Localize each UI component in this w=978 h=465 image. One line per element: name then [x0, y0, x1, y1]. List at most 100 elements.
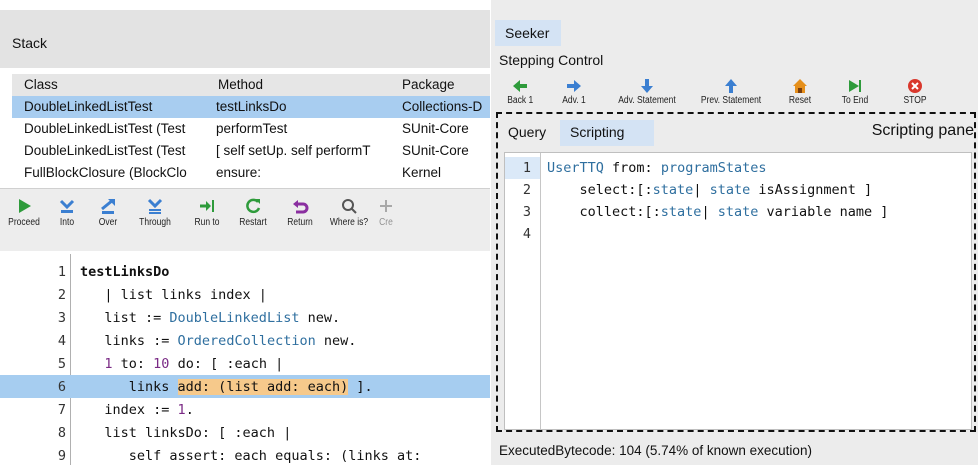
- scripting-pane-annotation: Scripting pane: [871, 122, 974, 139]
- line-number: 9: [57, 448, 66, 464]
- line-number: 1: [57, 264, 66, 280]
- step-through-button[interactable]: Through: [130, 197, 180, 228]
- stack-row-method: testLinksDo: [216, 99, 287, 114]
- line-number: 4: [57, 333, 66, 349]
- line-number: 3: [522, 204, 531, 220]
- advance-statement-label: Adv. Statement: [618, 95, 676, 106]
- tab-seeker-label: Seeker: [505, 25, 550, 41]
- stack-row-class: FullBlockClosure (BlockClo: [24, 165, 187, 180]
- to-end-button[interactable]: To End: [835, 78, 875, 106]
- line-number: 1: [522, 160, 531, 176]
- code-text: list linksDo: [ :each |: [80, 425, 292, 441]
- proceed-label: Proceed: [8, 217, 40, 228]
- tab-scripting-label: Scripting: [570, 124, 625, 140]
- return-button[interactable]: Return: [278, 197, 322, 228]
- debugger-panel: Stack Class Method Package DoubleLinkedL…: [0, 0, 490, 465]
- to-end-label: To End: [841, 95, 869, 106]
- line-number: 8: [57, 425, 66, 441]
- create-button[interactable]: Cre: [376, 197, 396, 228]
- stack-row-selected[interactable]: DoubleLinkedListTest testLinksDo Collect…: [12, 96, 490, 118]
- stack-row-method: performTest: [216, 121, 288, 136]
- run-to-button[interactable]: Run to: [186, 197, 228, 228]
- script-text: collect:[:state| state variable name ]: [547, 204, 889, 220]
- code-line: 4 links := OrderedCollection new.: [0, 329, 490, 352]
- code-line: 3 list := DoubleLinkedList new.: [0, 306, 490, 329]
- tab-seeker[interactable]: Seeker: [495, 20, 561, 46]
- restart-button[interactable]: Restart: [230, 197, 276, 228]
- stop-label: STOP: [903, 95, 927, 106]
- column-header-class[interactable]: Class: [24, 77, 216, 92]
- stack-row-package: SUnit-Core: [402, 121, 469, 136]
- advance-statement-button[interactable]: Adv. Statement: [605, 78, 689, 106]
- script-line: 3 collect:[:state| state variable name ]: [505, 201, 971, 223]
- script-line: 4: [505, 223, 971, 245]
- run-to-icon: [200, 200, 214, 212]
- script-text: UserTTQ from: programStates: [547, 160, 767, 176]
- stack-table[interactable]: Class Method Package DoubleLinkedListTes…: [12, 74, 490, 186]
- code-line: 2 | list links index |: [0, 283, 490, 306]
- tab-scripting[interactable]: Scripting: [560, 120, 654, 146]
- previous-statement-label: Prev. Statement: [700, 95, 762, 106]
- stack-row[interactable]: FullBlockClosure (BlockClo ensure: Kerne…: [12, 162, 490, 184]
- step-into-icon: [59, 199, 75, 213]
- stop-button[interactable]: STOP: [895, 78, 935, 106]
- code-text: | list links index |: [80, 287, 267, 303]
- code-line: 7 index := 1.: [0, 398, 490, 421]
- back-1-label: Back 1: [507, 95, 534, 106]
- line-number: 7: [57, 402, 66, 418]
- line-number: 2: [57, 287, 66, 303]
- proceed-button[interactable]: Proceed: [4, 197, 44, 228]
- down-arrow-icon: [641, 79, 653, 93]
- script-text: select:[:state| state isAssignment ]: [547, 182, 873, 198]
- stack-row[interactable]: DoubleLinkedListTest (Test performTest S…: [12, 118, 490, 140]
- tab-query[interactable]: Query: [508, 124, 546, 140]
- code-text: list := DoubleLinkedList new.: [80, 310, 341, 326]
- script-editor[interactable]: 1 UserTTQ from: programStates 2 select:[…: [504, 152, 972, 430]
- advance-1-label: Adv. 1: [562, 95, 586, 106]
- return-label: Return: [287, 217, 313, 228]
- line-number: 4: [522, 226, 531, 242]
- where-is-button[interactable]: Where is?: [324, 197, 374, 228]
- stop-icon: [908, 79, 922, 93]
- restart-label: Restart: [239, 217, 267, 228]
- step-into-label: Into: [59, 217, 75, 228]
- stack-row-class: DoubleLinkedListTest: [24, 99, 153, 114]
- line-number: 5: [57, 356, 66, 372]
- previous-statement-button[interactable]: Prev. Statement: [687, 78, 775, 106]
- advance-1-button[interactable]: Adv. 1: [559, 78, 589, 106]
- code-text: links add: (list add: each) ].: [80, 379, 373, 395]
- magnifier-icon: [342, 199, 357, 214]
- create-icon: [380, 200, 392, 212]
- to-end-icon: [849, 80, 861, 92]
- return-icon: [293, 200, 309, 214]
- code-line: 1 testLinksDo: [0, 260, 490, 283]
- create-label: Cre: [379, 217, 393, 228]
- step-through-label: Through: [139, 217, 171, 228]
- stack-row[interactable]: DoubleLinkedListTest (Test [ self setUp.…: [12, 140, 490, 162]
- back-1-button[interactable]: Back 1: [505, 78, 535, 106]
- reset-button[interactable]: Reset: [783, 78, 817, 106]
- line-number: 2: [522, 182, 531, 198]
- stack-row-package: Kernel: [402, 165, 442, 180]
- stack-row-package: SUnit-Core: [402, 143, 469, 158]
- step-over-icon: [101, 198, 115, 214]
- stack-row-method: [ self setUp. self performT: [216, 143, 371, 158]
- proceed-icon: [19, 199, 31, 213]
- step-over-button[interactable]: Over: [88, 197, 128, 228]
- column-header-method[interactable]: Method: [218, 77, 406, 92]
- code-text: 1 to: 10 do: [ :each |: [104, 356, 284, 372]
- code-line-current: 6 links add: (list add: each) ].: [0, 375, 490, 398]
- line-number: 3: [57, 310, 66, 326]
- column-header-package[interactable]: Package: [402, 77, 490, 92]
- script-line: 2 select:[:state| state isAssignment ]: [505, 179, 971, 201]
- code-line: 9 self assert: each equals: (links at:: [0, 444, 490, 465]
- step-into-button[interactable]: Into: [50, 197, 84, 228]
- stack-header: Stack: [0, 10, 490, 68]
- code-text: self assert: each equals: (links at:: [80, 448, 422, 464]
- stack-row-method: ensure:: [216, 165, 262, 180]
- source-code-pane[interactable]: 1 testLinksDo 2 | list links index | 3 l…: [0, 254, 490, 465]
- back-arrow-icon: [513, 80, 527, 92]
- where-is-label: Where is?: [329, 217, 369, 228]
- up-arrow-icon: [725, 79, 737, 93]
- debugger-toolbar: Proceed Into Over Through Run to Restart…: [0, 188, 490, 251]
